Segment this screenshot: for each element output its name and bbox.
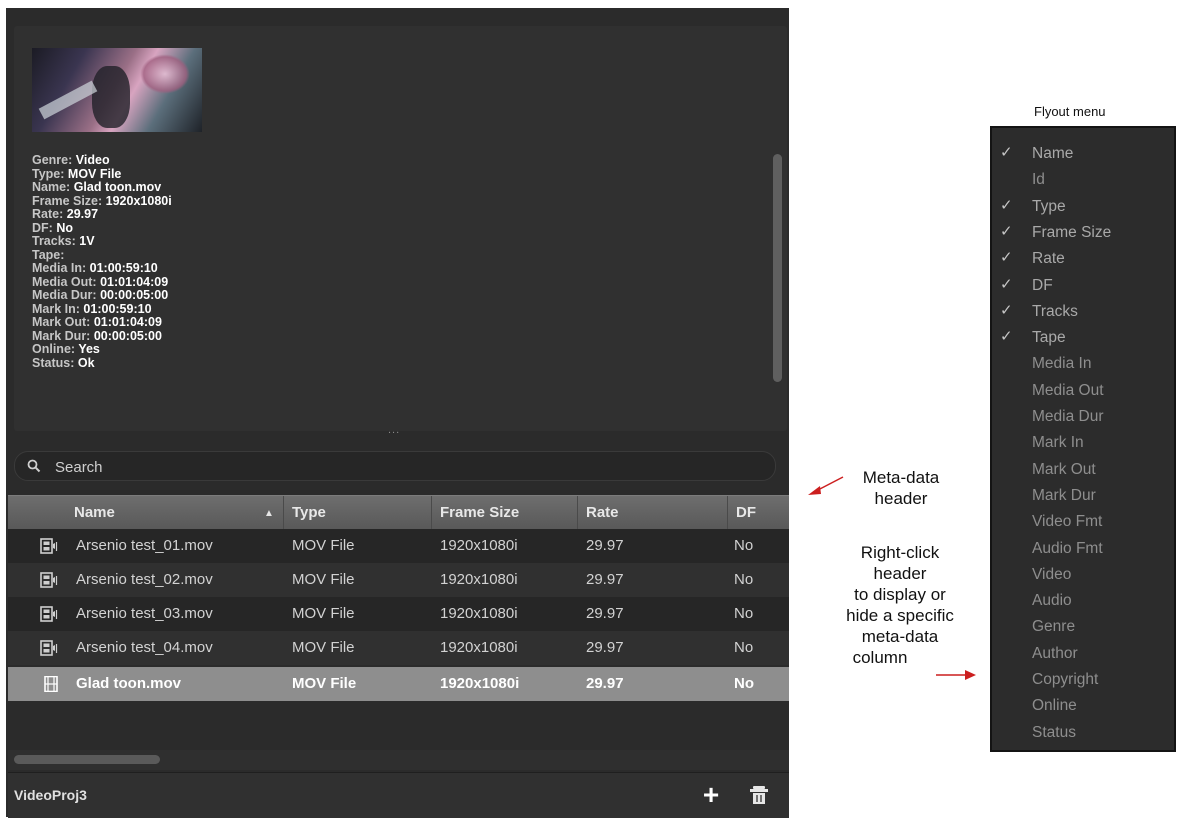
flyout-item-mark-dur[interactable]: Mark Dur (992, 484, 1174, 510)
flyout-item-genre[interactable]: Genre (992, 615, 1174, 641)
flyout-item-audio-fmt[interactable]: Audio Fmt (992, 537, 1174, 563)
flyout-item-label: Media In (1032, 355, 1092, 373)
flyout-item-name[interactable]: ✓ Name (992, 142, 1174, 168)
flyout-item-label: Audio (1032, 592, 1072, 610)
flyout-item-author[interactable]: Author (992, 642, 1174, 668)
checkmark-icon: ✓ (1000, 301, 1013, 319)
flyout-item-rate[interactable]: ✓ Rate (992, 247, 1174, 273)
flyout-item-label: Video Fmt (1032, 513, 1103, 531)
flyout-item-label: Frame Size (1032, 223, 1112, 241)
flyout-title: Flyout menu (1034, 104, 1106, 119)
flyout-item-label: Status (1032, 723, 1076, 741)
flyout-item-label: Mark Dur (1032, 486, 1096, 504)
flyout-item-media-dur[interactable]: Media Dur (992, 405, 1174, 431)
checkmark-icon: ✓ (1000, 275, 1013, 293)
flyout-item-frame-size[interactable]: ✓ Frame Size (992, 221, 1174, 247)
annotation-line: hide a specific (846, 606, 954, 625)
flyout-item-type[interactable]: ✓ Type (992, 195, 1174, 221)
flyout-item-label: DF (1032, 276, 1053, 294)
flyout-item-media-in[interactable]: Media In (992, 352, 1174, 378)
column-flyout-menu: ✓ Name Id ✓ Type ✓ Frame Size ✓ Rate ✓ DF ✓ Tracks ✓ T… (990, 126, 1176, 752)
flyout-item-label: Online (1032, 697, 1077, 715)
flyout-item-tape[interactable]: ✓ Tape (992, 326, 1174, 352)
flyout-item-label: Mark Out (1032, 460, 1096, 478)
flyout-item-audio[interactable]: Audio (992, 589, 1174, 615)
flyout-item-label: Author (1032, 644, 1078, 662)
flyout-item-mark-out[interactable]: Mark Out (992, 458, 1174, 484)
checkmark-icon: ✓ (1000, 222, 1013, 240)
annotation-line: column (852, 648, 908, 667)
flyout-item-label: Name (1032, 145, 1074, 162)
flyout-item-video[interactable]: Video (992, 563, 1174, 589)
flyout-item-label: Tape (1032, 329, 1066, 347)
flyout-item-media-out[interactable]: Media Out (992, 379, 1174, 405)
flyout-item-label: Audio Fmt (1032, 539, 1103, 557)
flyout-item-status[interactable]: Status (992, 721, 1174, 747)
flyout-item-copyright[interactable]: Copyright (992, 668, 1174, 694)
flyout-item-video-fmt[interactable]: Video Fmt (992, 510, 1174, 536)
flyout-item-id[interactable]: Id (992, 168, 1174, 194)
flyout-item-label: Media Out (1032, 381, 1104, 399)
annotation-line: Right-click (860, 543, 940, 562)
flyout-item-label: Genre (1032, 618, 1076, 636)
flyout-item-tracks[interactable]: ✓ Tracks (992, 300, 1174, 326)
checkmark-icon: ✓ (1000, 144, 1013, 161)
flyout-item-mark-in[interactable]: Mark In (992, 431, 1174, 457)
flyout-item-df[interactable]: ✓ DF (992, 274, 1174, 300)
flyout-item-label: Media Dur (1032, 408, 1104, 425)
flyout-item-label: Tracks (1032, 302, 1078, 320)
annotation-right-click: Right-click header to display or hide a … (820, 542, 980, 668)
flyout-item-online[interactable]: Online (992, 694, 1174, 720)
flyout-item-label: Id (1032, 171, 1045, 189)
flyout-item-label: Rate (1032, 250, 1065, 268)
annotation-line: header (873, 564, 927, 583)
checkmark-icon: ✓ (1000, 196, 1013, 214)
checkmark-icon: ✓ (1000, 249, 1013, 267)
checkmark-icon: ✓ (1000, 328, 1013, 346)
annotation-line: Meta-data (862, 468, 940, 487)
flyout-item-label: Type (1032, 197, 1066, 215)
annotation-line: meta-data (861, 627, 939, 646)
annotation-line: header (874, 489, 928, 508)
flyout-item-label: Video (1032, 565, 1072, 583)
annotation-line: to display or (854, 585, 946, 604)
flyout-item-label: Copyright (1032, 671, 1099, 688)
annotation-metadata-header: Meta-data header (846, 467, 956, 509)
flyout-item-label: Mark In (1032, 434, 1084, 452)
